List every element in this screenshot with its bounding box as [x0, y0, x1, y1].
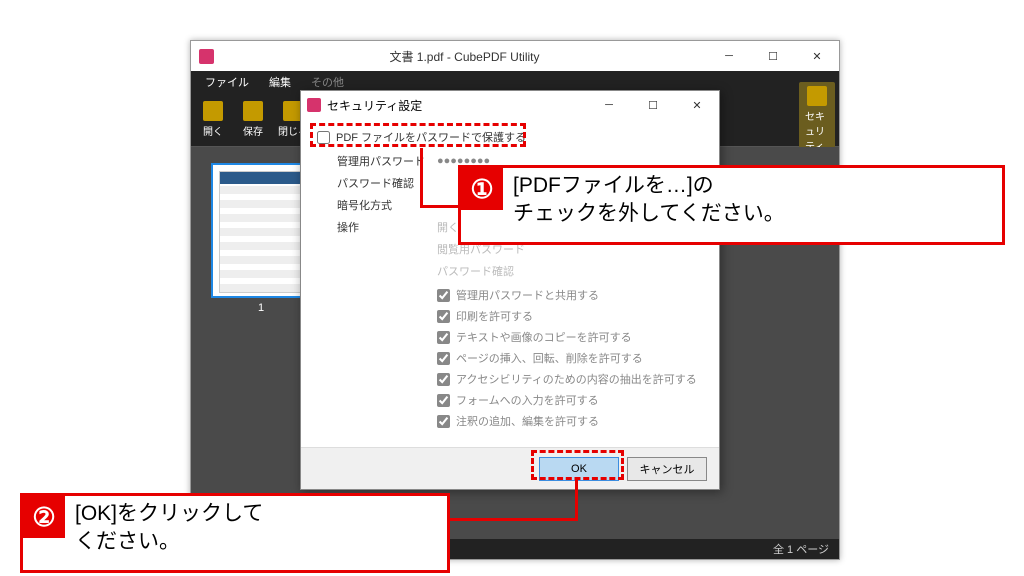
op-pw-confirm: パスワード確認: [437, 263, 703, 279]
perm-item[interactable]: 印刷を許可する: [437, 308, 703, 324]
security-dialog: セキュリティ設定 ─ ☐ ✕ PDF ファイルをパスワードで保護する 管理用パス…: [300, 90, 720, 490]
connector-line-1h: [420, 205, 460, 208]
perm-item[interactable]: 注釈の追加、編集を許可する: [437, 413, 703, 429]
dialog-title: セキュリティ設定: [327, 97, 587, 114]
window-controls: ─ ☐ ✕: [707, 41, 839, 71]
open-button[interactable]: 開く: [195, 101, 231, 138]
menu-other[interactable]: その他: [301, 72, 354, 92]
perm-item[interactable]: ページの挿入、回転、削除を許可する: [437, 350, 703, 366]
dialog-close-button[interactable]: ✕: [675, 90, 719, 120]
ok-button[interactable]: OK: [539, 457, 619, 481]
thumb-number: 1: [211, 302, 311, 314]
protect-checkbox-row[interactable]: PDF ファイルをパスワードで保護する: [317, 129, 703, 145]
protect-checkbox[interactable]: [317, 131, 330, 144]
label-pw-confirm: パスワード確認: [337, 175, 427, 191]
permissions-list: 管理用パスワードと共用する 印刷を許可する テキストや画像のコピーを許可する ペ…: [317, 287, 703, 429]
app-titlebar: 文書 1.pdf - CubePDF Utility ─ ☐ ✕: [191, 41, 839, 71]
callout-num-1: ①: [461, 168, 503, 210]
label-admin-pw: 管理用パスワード: [337, 153, 427, 169]
dialog-minimize-button[interactable]: ─: [587, 90, 631, 120]
security-button[interactable]: セキュリティ: [799, 82, 835, 157]
callout-1: ① [PDFファイルを…]の チェックを外してください。: [458, 165, 1005, 245]
callout-text-2: [OK]をクリックして ください。: [65, 496, 273, 561]
protect-checkbox-label: PDF ファイルをパスワードで保護する: [336, 129, 526, 145]
perm-item[interactable]: フォームへの入力を許可する: [437, 392, 703, 408]
dialog-buttons: OK キャンセル: [301, 447, 719, 489]
close-button[interactable]: ✕: [795, 41, 839, 71]
perm-item[interactable]: 管理用パスワードと共用する: [437, 287, 703, 303]
callout-num-2: ②: [23, 496, 65, 538]
dialog-titlebar: セキュリティ設定 ─ ☐ ✕: [301, 91, 719, 119]
connector-line-2v: [575, 480, 578, 520]
label-encryption: 暗号化方式: [337, 197, 427, 213]
dialog-maximize-button[interactable]: ☐: [631, 90, 675, 120]
callout-text-1: [PDFファイルを…]の チェックを外してください。: [503, 168, 795, 233]
dialog-icon: [307, 98, 321, 112]
cancel-button[interactable]: キャンセル: [627, 457, 707, 481]
save-button[interactable]: 保存: [235, 101, 271, 138]
maximize-button[interactable]: ☐: [751, 41, 795, 71]
perm-item[interactable]: アクセシビリティのための内容の抽出を許可する: [437, 371, 703, 387]
label-operation: 操作: [337, 219, 427, 235]
minimize-button[interactable]: ─: [707, 41, 751, 71]
menu-file[interactable]: ファイル: [195, 72, 259, 92]
connector-line-1v: [420, 148, 423, 208]
page-thumbnail[interactable]: [211, 163, 311, 298]
app-icon: [199, 49, 214, 64]
key-icon: [807, 86, 827, 106]
callout-2: ② [OK]をクリックして ください。: [20, 493, 450, 573]
perm-item[interactable]: テキストや画像のコピーを許可する: [437, 329, 703, 345]
connector-line-2h: [450, 518, 578, 521]
menu-edit[interactable]: 編集: [259, 72, 301, 92]
page-count: 全 1 ページ: [773, 541, 829, 557]
save-icon: [243, 101, 263, 121]
app-title: 文書 1.pdf - CubePDF Utility: [222, 48, 707, 65]
folder-open-icon: [203, 101, 223, 121]
